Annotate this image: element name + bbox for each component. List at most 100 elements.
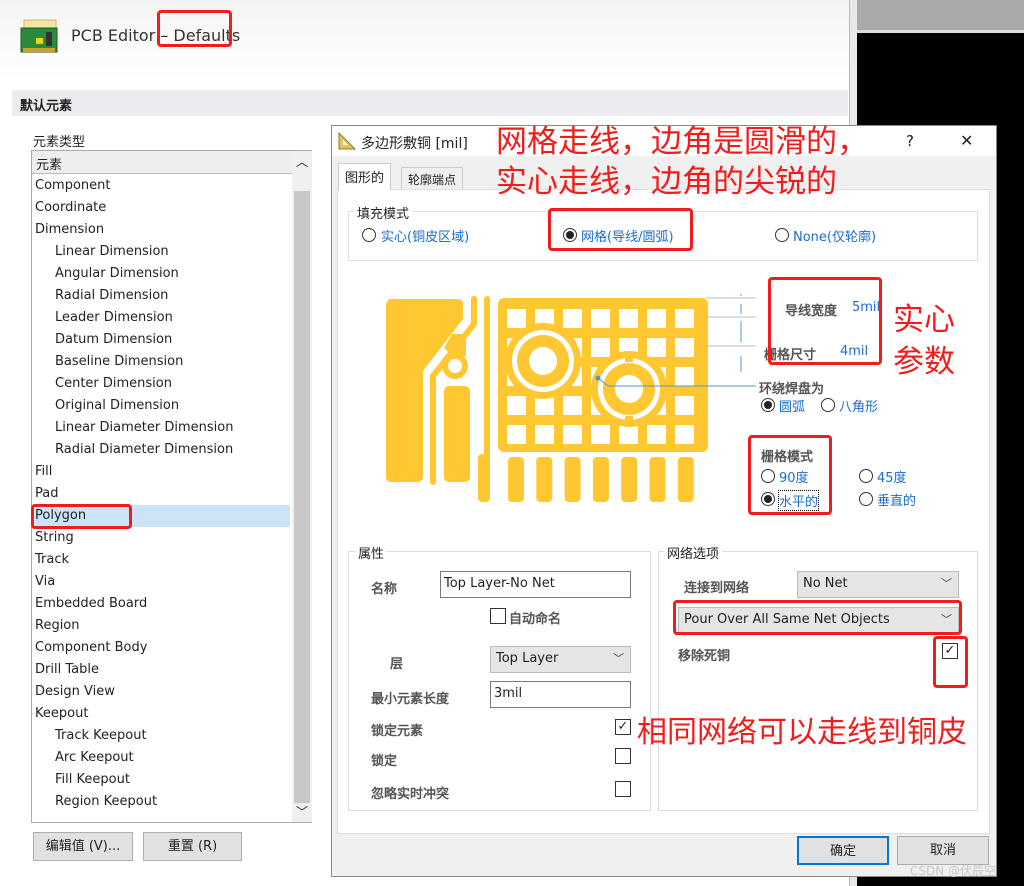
edit-values-button[interactable]: 编辑值 (V)... — [33, 832, 133, 861]
list-item[interactable]: Fill — [35, 461, 52, 483]
list-item[interactable]: Radial Diameter Dimension — [55, 439, 233, 461]
fill-none-label[interactable]: None(仅轮廓) — [793, 226, 876, 245]
annotation-text: 实心 — [893, 302, 955, 338]
hatch-hole — [675, 396, 694, 415]
element-type-list[interactable]: 元素 Component Coordinate Dimension Linear Di… — [31, 150, 312, 823]
hatch-vertical-label[interactable]: 垂直的 — [877, 490, 916, 509]
close-button[interactable]: ✕ — [960, 131, 973, 150]
help-button[interactable]: ? — [906, 132, 914, 150]
scroll-down-icon[interactable]: ﹀ — [296, 803, 308, 820]
pcb-board-icon — [20, 19, 58, 53]
min-length-label: 最小元素长度 — [371, 692, 450, 707]
list-item[interactable]: Center Dimension — [55, 373, 172, 395]
dialog-title: 多边形敷铜 [mil] — [361, 136, 468, 152]
list-header[interactable]: 元素 — [32, 151, 292, 174]
hatch-45-label[interactable]: 45度 — [877, 467, 907, 486]
surround-pads-label: 环绕焊盘为 — [759, 382, 825, 397]
net-options-label: 网络选项 — [664, 543, 723, 562]
list-item[interactable]: Region Keepout — [55, 791, 157, 813]
layer-label: 层 — [390, 657, 404, 672]
list-item[interactable]: Radial Dimension — [55, 285, 168, 307]
list-item[interactable]: Via — [35, 571, 55, 593]
fill-solid-radio[interactable] — [362, 228, 376, 242]
annotation-box-remove-dead — [933, 636, 968, 688]
list-item[interactable]: Track — [35, 549, 69, 571]
surround-arcs-label[interactable]: 圆弧 — [779, 396, 805, 415]
list-item[interactable]: Design View — [35, 681, 115, 703]
hatch-hole — [619, 309, 638, 328]
lock-primitives-checkbox[interactable]: ✓ — [615, 719, 631, 735]
reset-button[interactable]: 重置 (R) — [143, 832, 242, 861]
name-input[interactable]: Top Layer-No Net — [440, 571, 631, 598]
tab-graphical[interactable]: 图形的 — [338, 163, 392, 190]
tab-outline-vertices[interactable]: 轮廓端点 — [401, 167, 464, 189]
list-item[interactable]: Drill Table — [35, 659, 99, 681]
list-item[interactable]: Angular Dimension — [55, 263, 179, 285]
hatch-vertical-radio[interactable] — [859, 492, 873, 506]
list-item[interactable]: Baseline Dimension — [55, 351, 183, 373]
min-length-input[interactable]: 3mil — [490, 681, 631, 708]
hatch-hole — [591, 338, 610, 357]
hatch-hole — [507, 425, 526, 444]
copper-shape — [444, 386, 470, 482]
annotation-box-pour-over — [673, 600, 962, 635]
list-item[interactable]: Dimension — [35, 219, 104, 241]
fill-mode-label: 填充模式 — [354, 203, 413, 222]
annotation-text: 参数 — [893, 344, 955, 380]
list-item[interactable]: Fill Keepout — [55, 769, 130, 791]
copper-shape — [625, 352, 633, 362]
list-item[interactable]: Original Dimension — [55, 395, 179, 417]
surround-octagons-label[interactable]: 八角形 — [839, 396, 878, 415]
hatch-hole — [675, 338, 694, 357]
list-item[interactable]: Linear Diameter Dimension — [55, 417, 233, 439]
list-item[interactable]: Leader Dimension — [55, 307, 173, 329]
list-item[interactable]: String — [35, 527, 74, 549]
ok-button[interactable]: 确定 — [797, 836, 889, 865]
copper-shape — [625, 416, 633, 426]
hatch-hole — [675, 367, 694, 386]
hatch-hole — [647, 309, 666, 328]
list-item[interactable]: Embedded Board — [35, 593, 147, 615]
locked-checkbox[interactable] — [615, 748, 631, 764]
surround-octagons-radio[interactable] — [821, 398, 835, 412]
hatch-hole — [647, 338, 666, 357]
connect-to-net-select[interactable]: No Net ﹀ — [797, 571, 959, 598]
layer-select[interactable]: Top Layer ﹀ — [490, 646, 631, 673]
locked-label: 锁定 — [371, 754, 398, 769]
cancel-button[interactable]: 取消 — [897, 836, 989, 865]
list-item[interactable]: Datum Dimension — [55, 329, 172, 351]
edge-finger — [508, 457, 524, 502]
hatch-hole — [675, 309, 694, 328]
surround-arcs-radio[interactable] — [761, 398, 775, 412]
scrollbar-thumb[interactable] — [294, 191, 310, 803]
list-item[interactable]: Coordinate — [35, 197, 106, 219]
chevron-down-icon: ﹀ — [941, 577, 952, 590]
polygon-icon — [338, 132, 356, 150]
watermark: CSDN @伏辰空 — [910, 864, 997, 878]
list-item[interactable]: Keepout — [35, 703, 88, 725]
edge-finger — [564, 457, 581, 502]
list-item[interactable]: Region — [35, 615, 80, 637]
list-item[interactable]: Component Body — [35, 637, 147, 659]
list-item[interactable]: Component — [35, 175, 110, 197]
list-scrollbar[interactable]: ︿ ﹀ — [292, 151, 312, 822]
hatch-hole — [563, 309, 582, 328]
annotation-box-hatch-mode — [748, 435, 832, 515]
hatch-45-radio[interactable] — [859, 469, 873, 483]
ignore-online-checkbox[interactable] — [615, 781, 631, 797]
fill-solid-label[interactable]: 实心(铜皮区域) — [381, 226, 469, 245]
list-item[interactable]: Linear Dimension — [55, 241, 169, 263]
auto-name-checkbox[interactable] — [490, 608, 506, 624]
hatched-polygon-preview — [386, 294, 756, 502]
chevron-down-icon: ﹀ — [613, 652, 624, 665]
scroll-up-icon[interactable]: ︿ — [296, 153, 308, 170]
list-item[interactable]: Track Keepout — [55, 725, 147, 747]
hatch-hole — [619, 425, 638, 444]
annotation-text: 相同网络可以走线到铜皮 — [637, 715, 967, 750]
layer-value: Top Layer — [496, 651, 559, 666]
list-item[interactable]: Arc Keepout — [55, 747, 134, 769]
fill-none-radio[interactable] — [775, 228, 789, 242]
annotation-text: 实心走线，边角的尖锐的 — [496, 164, 837, 200]
list-item[interactable]: Pad — [35, 483, 58, 505]
name-label: 名称 — [371, 582, 398, 597]
